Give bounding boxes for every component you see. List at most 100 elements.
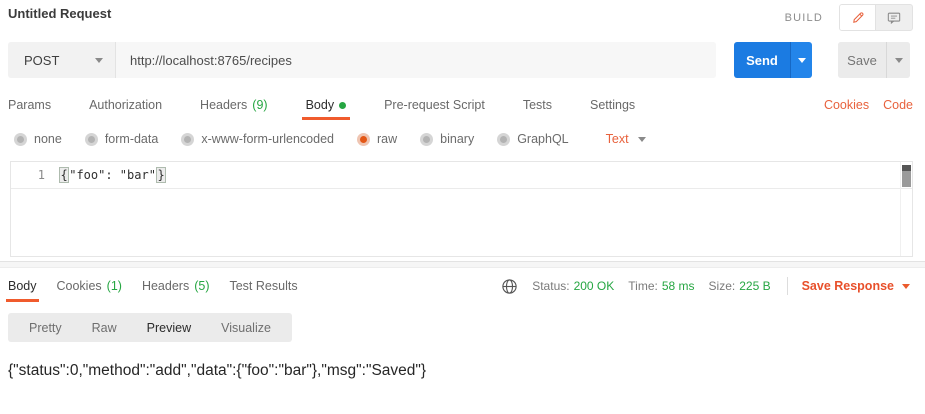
comments-button[interactable] xyxy=(876,5,912,30)
radio-form-data[interactable]: form-data xyxy=(84,132,159,146)
tab-settings[interactable]: Settings xyxy=(590,90,635,120)
code-text: {"foo": "bar"} xyxy=(59,167,167,183)
radio-label: GraphQL xyxy=(517,132,569,146)
body-modified-dot xyxy=(339,101,347,109)
response-tabs: Body Cookies (1) Headers (5) Test Results … xyxy=(0,270,925,302)
time-label: Time: xyxy=(628,279,658,293)
postman-app: Untitled Request BUILD POST http://local… xyxy=(0,0,925,414)
chevron-down-icon xyxy=(902,283,910,289)
view-tab-visualize[interactable]: Visualize xyxy=(206,321,286,335)
status-value: 200 OK xyxy=(573,279,615,293)
radio-binary[interactable]: binary xyxy=(420,132,474,146)
size-label: Size: xyxy=(708,279,736,293)
pencil-icon xyxy=(851,11,865,25)
header: Untitled Request BUILD xyxy=(0,0,925,38)
status-item: Status: 200 OK xyxy=(532,279,614,293)
tab-label: Params xyxy=(8,98,52,112)
code-body: "foo": "bar" xyxy=(69,168,156,182)
chevron-down-icon xyxy=(637,136,646,142)
view-tab-raw[interactable]: Raw xyxy=(77,321,132,335)
save-split-button: Save xyxy=(838,42,910,78)
send-button[interactable]: Send xyxy=(734,42,790,78)
chevron-down-icon xyxy=(797,57,806,63)
tab-authorization[interactable]: Authorization xyxy=(89,90,162,120)
response-meta: Status: 200 OK Time: 58 ms Size: 225 B Save… xyxy=(501,270,910,302)
tab-body[interactable]: Body xyxy=(301,90,350,120)
open-brace: { xyxy=(59,167,70,183)
close-brace: } xyxy=(155,167,167,183)
cookies-count: (1) xyxy=(106,279,122,293)
tab-headers[interactable]: Headers (9) xyxy=(200,90,268,120)
radio-icon xyxy=(420,132,434,146)
build-label: BUILD xyxy=(784,11,823,24)
tab-label: Pre-request Script xyxy=(384,98,485,112)
radio-none[interactable]: none xyxy=(14,132,62,146)
body-type-options: none form-data x-www-form-urlencoded raw… xyxy=(0,124,925,154)
globe-icon xyxy=(501,278,518,295)
comment-icon xyxy=(887,11,901,25)
radio-icon xyxy=(357,132,370,146)
line-number: 1 xyxy=(37,168,45,182)
tab-label: Headers xyxy=(200,98,248,112)
view-tab-pretty[interactable]: Pretty xyxy=(14,321,77,335)
radio-icon xyxy=(84,132,98,146)
tabs-right: Cookies Code xyxy=(824,90,913,120)
url-group: POST http://localhost:8765/recipes xyxy=(8,42,716,78)
url-input[interactable]: http://localhost:8765/recipes xyxy=(116,42,716,78)
scrollbar-thumb[interactable] xyxy=(902,165,911,187)
request-bar: POST http://localhost:8765/recipes Send … xyxy=(8,42,910,78)
save-response-button[interactable]: Save Response xyxy=(802,279,910,293)
size-item: Size: 225 B xyxy=(709,279,771,293)
radio-label: none xyxy=(34,132,62,146)
tab-label: Body xyxy=(8,279,37,293)
view-tab-preview[interactable]: Preview xyxy=(132,321,206,335)
status-label: Status: xyxy=(532,279,570,293)
radio-label: raw xyxy=(377,132,398,146)
radio-icon xyxy=(181,132,195,146)
radio-x-www-form-urlencoded[interactable]: x-www-form-urlencoded xyxy=(181,132,334,146)
radio-raw[interactable]: raw xyxy=(357,132,397,146)
format-label: Text xyxy=(605,132,629,146)
send-dropdown-button[interactable] xyxy=(790,42,812,78)
tab-label: Test Results xyxy=(229,279,298,293)
edit-request-button[interactable] xyxy=(840,5,876,30)
time-item: Time: 58 ms xyxy=(628,279,694,293)
radio-label: binary xyxy=(440,132,475,146)
save-dropdown-button[interactable] xyxy=(886,42,910,78)
radio-graphql[interactable]: GraphQL xyxy=(497,132,569,146)
tab-label: Body xyxy=(305,98,335,112)
tab-params[interactable]: Params xyxy=(8,90,51,120)
edit-comment-toggle xyxy=(839,4,913,31)
radio-label: form-data xyxy=(104,132,159,146)
vertical-divider xyxy=(786,277,788,295)
tab-label: Headers xyxy=(141,279,190,293)
tab-label: Tests xyxy=(522,98,552,112)
request-body-editor[interactable]: 1 {"foo": "bar"} xyxy=(10,161,913,257)
code-link[interactable]: Code xyxy=(883,98,913,112)
header-right: BUILD xyxy=(785,4,913,31)
raw-format-select[interactable]: Text xyxy=(606,132,646,146)
code-line: 1 {"foo": "bar"} xyxy=(11,162,912,189)
request-tabs: Params Authorization Headers (9) Body Pre… xyxy=(0,90,925,120)
tab-label: Authorization xyxy=(89,98,163,112)
tab-label: Settings xyxy=(590,98,636,112)
tab-pre-request-script[interactable]: Pre-request Script xyxy=(384,90,485,120)
save-button[interactable]: Save xyxy=(838,42,886,78)
radio-icon xyxy=(14,132,27,146)
method-select[interactable]: POST xyxy=(8,42,116,78)
editor-scrollbar[interactable] xyxy=(900,162,912,256)
size-value: 225 B xyxy=(739,279,771,293)
radio-icon xyxy=(497,132,511,146)
tab-tests[interactable]: Tests xyxy=(523,90,552,120)
section-divider xyxy=(0,261,925,268)
response-view-tabs: Pretty Raw Preview Visualize xyxy=(8,313,292,342)
send-split-button: Send xyxy=(734,42,812,78)
radio-label: x-www-form-urlencoded xyxy=(201,132,334,146)
time-value: 58 ms xyxy=(661,279,695,293)
response-tab-cookies[interactable]: Cookies (1) xyxy=(57,270,122,302)
url-text: http://localhost:8765/recipes xyxy=(130,52,292,68)
response-tab-test-results[interactable]: Test Results xyxy=(229,270,297,302)
response-tab-headers[interactable]: Headers (5) xyxy=(142,270,210,302)
cookies-link[interactable]: Cookies xyxy=(824,98,869,112)
response-tab-body[interactable]: Body xyxy=(6,270,38,302)
